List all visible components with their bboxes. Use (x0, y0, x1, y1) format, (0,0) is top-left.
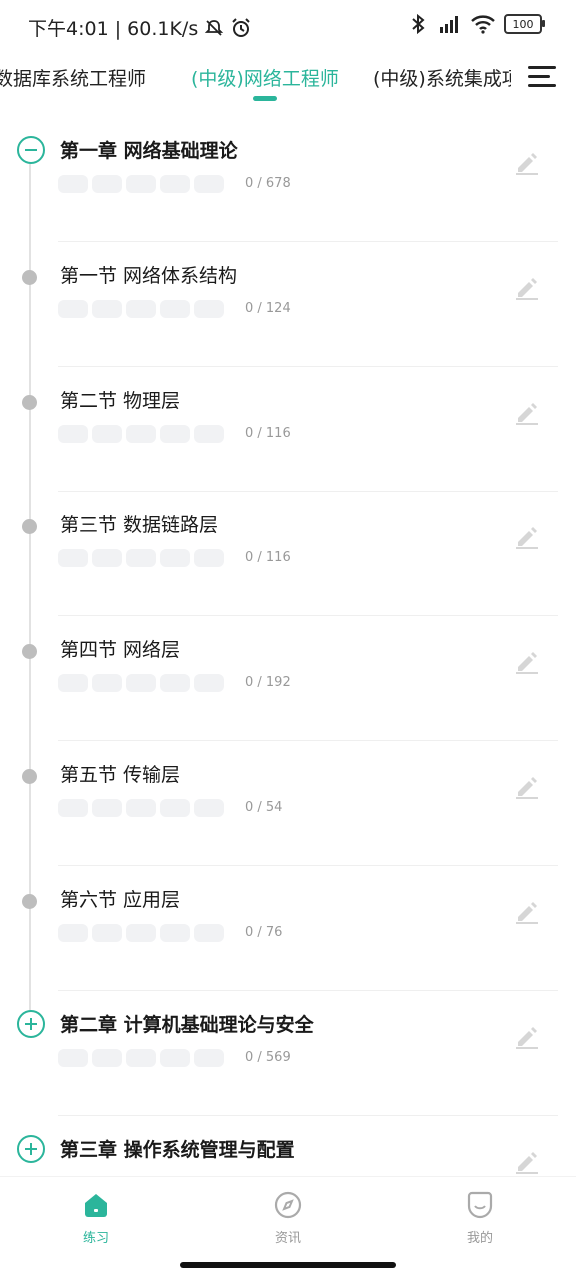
pencil-icon[interactable] (514, 275, 540, 301)
status-left: 下午4:01 | 60.1K/s (28, 14, 252, 41)
item-count: 0 / 116 (245, 426, 291, 441)
item-count: 0 / 54 (245, 800, 283, 815)
list-item[interactable]: 第三节 数据链路层 0 / 116 (0, 492, 576, 616)
list-item[interactable]: 第一节 网络体系结构 0 / 124 (0, 243, 576, 367)
wifi-icon (471, 15, 495, 34)
collapse-icon[interactable] (17, 136, 45, 164)
bottom-nav: 练习 资讯 我的 (0, 1176, 576, 1255)
item-title: 第二节 物理层 (60, 390, 181, 412)
item-title: 第二章 计算机基础理论与安全 (60, 1014, 314, 1036)
progress-bars (58, 674, 224, 692)
tab-system-integration[interactable]: (中级)系统集成项 (373, 64, 511, 91)
tab-database-engineer[interactable]: 数据库系统工程师 (0, 64, 146, 91)
list-item[interactable]: 第一章 网络基础理论 0 / 678 (0, 118, 576, 242)
chapter-list: 第一章 网络基础理论 0 / 678 第一节 网络体系结构 0 / 124 第二… (0, 118, 576, 1174)
item-title: 第一节 网络体系结构 (60, 265, 238, 287)
divider (58, 740, 558, 741)
list-item[interactable]: 第六节 应用层 0 / 76 (0, 867, 576, 991)
progress-bars (58, 549, 224, 567)
pencil-icon[interactable] (514, 649, 540, 675)
timeline-dot (22, 395, 37, 410)
divider (58, 865, 558, 866)
progress-bars (58, 924, 224, 942)
divider (58, 241, 558, 242)
timeline-dot (22, 644, 37, 659)
timeline-dot (22, 769, 37, 784)
profile-icon (467, 1191, 493, 1219)
progress-bars (58, 799, 224, 817)
item-count: 0 / 76 (245, 925, 283, 940)
category-tabs: 数据库系统工程师 (中级)网络工程师 (中级)系统集成项 (0, 52, 576, 108)
nav-label: 资讯 (274, 1231, 301, 1246)
expand-icon[interactable] (17, 1135, 45, 1163)
expand-icon[interactable] (17, 1010, 45, 1038)
nav-label: 练习 (82, 1231, 109, 1246)
item-title: 第三节 数据链路层 (60, 514, 219, 536)
pencil-icon[interactable] (514, 150, 540, 176)
status-bar: 下午4:01 | 60.1K/s 100 (0, 0, 576, 52)
compass-icon (274, 1191, 302, 1219)
divider (58, 1115, 558, 1116)
timeline-dot (22, 894, 37, 909)
timeline-dot (22, 270, 37, 285)
item-title: 第六节 应用层 (60, 889, 181, 911)
status-right: 100 (410, 13, 545, 35)
item-count: 0 / 192 (245, 675, 291, 690)
home-icon (85, 1194, 107, 1217)
item-title: 第一章 网络基础理论 (60, 140, 238, 162)
item-count: 0 / 124 (245, 301, 291, 316)
pencil-icon[interactable] (514, 1149, 540, 1174)
nav-news[interactable]: 资讯 (248, 1191, 328, 1246)
item-count: 0 / 569 (245, 1050, 291, 1065)
battery-icon: 100 (504, 14, 545, 34)
signal-icon (440, 16, 458, 33)
timeline-dot (22, 519, 37, 534)
nav-label: 我的 (466, 1231, 493, 1246)
item-count: 0 / 678 (245, 176, 291, 191)
progress-bars (58, 300, 224, 318)
progress-bars (58, 175, 224, 193)
bell-off-icon (205, 19, 224, 36)
nav-practice[interactable]: 练习 (56, 1191, 136, 1246)
time-speed: 下午4:01 | 60.1K/s (28, 18, 199, 40)
menu-icon[interactable] (528, 64, 556, 88)
item-title: 第五节 传输层 (60, 764, 181, 786)
list-item[interactable]: 第三章 操作系统管理与配置 (0, 1117, 576, 1174)
list-item[interactable]: 第二章 计算机基础理论与安全 0 / 569 (0, 992, 576, 1116)
progress-bars (58, 1049, 224, 1067)
list-item[interactable]: 第四节 网络层 0 / 192 (0, 617, 576, 741)
active-tab-indicator (253, 96, 277, 101)
tab-network-engineer[interactable]: (中级)网络工程师 (191, 64, 339, 91)
list-item[interactable]: 第二节 物理层 0 / 116 (0, 368, 576, 492)
item-title: 第三章 操作系统管理与配置 (60, 1139, 295, 1161)
pencil-icon[interactable] (514, 1024, 540, 1050)
progress-bars (58, 425, 224, 443)
pencil-icon[interactable] (514, 400, 540, 426)
alarm-icon (232, 17, 250, 37)
divider (58, 366, 558, 367)
pencil-icon[interactable] (514, 899, 540, 925)
divider (58, 990, 558, 991)
item-count: 0 / 116 (245, 550, 291, 565)
list-item[interactable]: 第五节 传输层 0 / 54 (0, 742, 576, 866)
nav-profile[interactable]: 我的 (440, 1191, 520, 1246)
item-title: 第四节 网络层 (60, 639, 181, 661)
pencil-icon[interactable] (514, 774, 540, 800)
home-indicator[interactable] (180, 1262, 396, 1268)
divider (58, 615, 558, 616)
pencil-icon[interactable] (514, 524, 540, 550)
bluetooth-icon (412, 13, 425, 35)
